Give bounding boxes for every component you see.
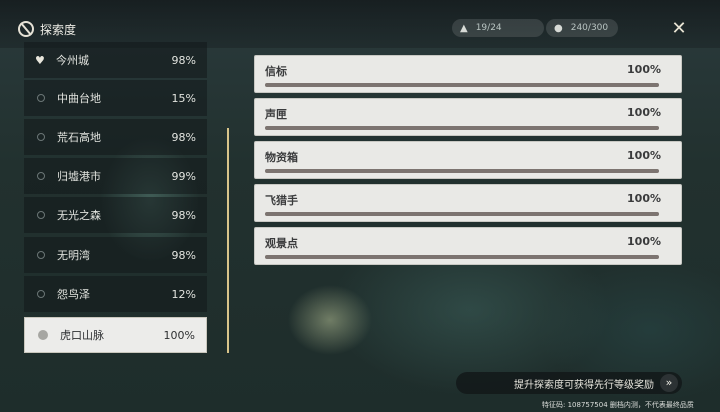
region-dot-icon [37, 290, 45, 298]
category-item[interactable]: 飞猎手 100% [254, 184, 682, 222]
category-percent: 100% [627, 235, 661, 248]
region-percent: 98% [171, 208, 196, 222]
category-name: 观景点 [265, 237, 298, 250]
region-percent: 15% [171, 91, 196, 105]
list-scrollbar[interactable] [227, 128, 229, 353]
orb-icon: ● [554, 22, 563, 34]
progress-track [265, 212, 659, 216]
page-title: 探索度 [40, 22, 77, 37]
region-percent: 100% [163, 328, 195, 342]
reward-hint-button[interactable]: 提升探索度可获得先行等级奖励 » [456, 372, 682, 394]
category-name: 飞猎手 [265, 194, 298, 207]
region-item[interactable]: 无光之森 98% [24, 197, 207, 233]
region-percent: 98% [171, 130, 196, 144]
region-dot-icon [37, 172, 45, 180]
progress-fill [265, 126, 659, 130]
category-name: 信标 [265, 65, 287, 78]
progress-fill [265, 83, 659, 87]
region-item[interactable]: 归墟港市 99% [24, 158, 207, 194]
region-name: 归墟港市 [57, 170, 101, 183]
page-header: 探索度 [18, 18, 76, 40]
category-item[interactable]: 声匣 100% [254, 98, 682, 136]
region-list: ♥ 今州城 98% 中曲台地 15% 荒石高地 98% 归墟港市 99% 无光之… [0, 42, 215, 358]
progress-fill [265, 169, 659, 173]
category-percent: 100% [627, 63, 661, 76]
region-dot-icon [37, 211, 45, 219]
progress-track [265, 83, 659, 87]
category-percent: 100% [627, 149, 661, 162]
region-item-selected[interactable]: 虎口山脉 100% [24, 317, 207, 353]
region-item[interactable]: 中曲台地 15% [24, 80, 207, 116]
region-name: 虎口山脉 [60, 329, 104, 342]
region-name: 无光之森 [57, 209, 101, 222]
region-name: 无明湾 [57, 249, 90, 262]
region-name: 荒石高地 [57, 131, 101, 144]
region-percent: 98% [171, 53, 196, 67]
stat-pill-orbs: ● 240/300 [546, 19, 618, 37]
category-item[interactable]: 物资箱 100% [254, 141, 682, 179]
double-chevron-icon[interactable]: » [660, 374, 678, 392]
orb-value: 240/300 [570, 23, 609, 33]
terrain-value: 19/24 [475, 23, 502, 33]
region-item[interactable]: ♥ 今州城 98% [24, 42, 207, 78]
region-percent: 12% [171, 287, 196, 301]
progress-track [265, 169, 659, 173]
exploration-icon [18, 21, 34, 37]
category-percent: 100% [627, 106, 661, 119]
region-dot-icon [37, 94, 45, 102]
heart-icon: ♥ [35, 53, 45, 67]
region-item[interactable]: 无明湾 98% [24, 237, 207, 273]
region-item[interactable]: 荒石高地 98% [24, 119, 207, 155]
category-item[interactable]: 信标 100% [254, 55, 682, 93]
close-icon[interactable]: ✕ [668, 18, 690, 40]
region-item[interactable]: 怨鸟泽 12% [24, 276, 207, 312]
region-percent: 98% [171, 248, 196, 262]
progress-track [265, 255, 659, 259]
region-name: 今州城 [56, 54, 89, 67]
mountain-icon: ▲ [460, 22, 468, 34]
category-percent: 100% [627, 192, 661, 205]
category-name: 物资箱 [265, 151, 298, 164]
category-name: 声匣 [265, 108, 287, 121]
region-dot-icon [37, 251, 45, 259]
progress-fill [265, 255, 659, 259]
region-percent: 99% [171, 169, 196, 183]
progress-fill [265, 212, 659, 216]
region-name: 怨鸟泽 [57, 288, 90, 301]
region-dot-icon [37, 133, 45, 141]
stat-pill-terrain: ▲ 19/24 [452, 19, 544, 37]
category-item[interactable]: 观景点 100% [254, 227, 682, 265]
region-name: 中曲台地 [57, 92, 101, 105]
region-dot-icon [38, 330, 48, 340]
reward-hint-text: 提升探索度可获得先行等级奖励 [514, 379, 654, 391]
build-watermark: 特征码: 108757504 删档内测，不代表最终品质 [542, 401, 694, 409]
top-bar: 探索度 ▲ 19/24 ● 240/300 ✕ [0, 0, 720, 48]
progress-track [265, 126, 659, 130]
